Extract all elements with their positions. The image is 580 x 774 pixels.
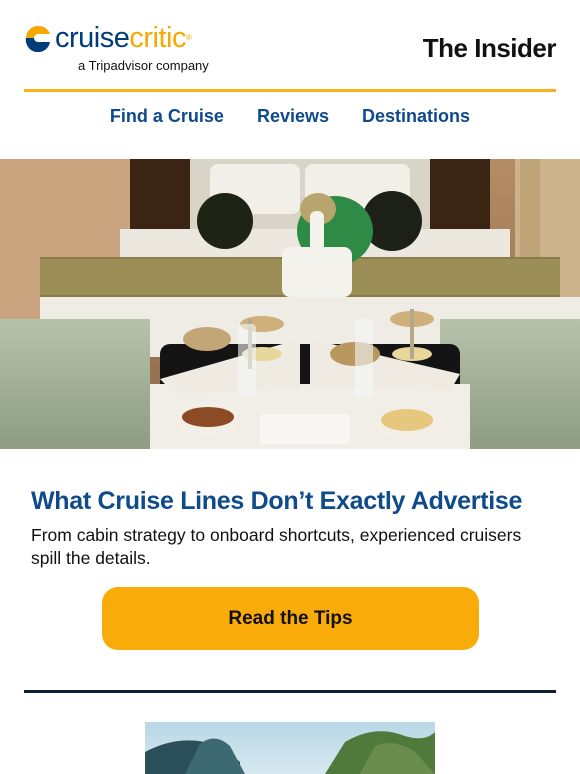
newsletter-title: The Insider [422,33,557,63]
logo-mark-icon [25,25,50,52]
next-article-image[interactable] [145,722,435,774]
nav-reviews[interactable]: Reviews [257,106,329,127]
cruise-critic-logo[interactable]: cruisecritic® a Tripadvisor company [24,20,224,76]
section-divider [24,690,556,693]
hero-image[interactable] [0,159,580,449]
logo-trademark: ® [185,33,192,42]
logo-word-critic: critic [129,22,186,54]
logo-tagline: a Tripadvisor company [78,58,209,73]
coastline-photo [145,722,435,774]
article-subtext: From cabin strategy to onboard shortcuts… [31,525,522,568]
logo-wordmark: cruisecritic® [55,20,192,56]
read-tips-button[interactable]: Read the Tips [102,587,479,650]
main-nav: Find a Cruise Reviews Destinations [0,106,580,130]
nav-destinations[interactable]: Destinations [362,106,470,127]
cabin-bed-photo [0,159,580,449]
nav-find-a-cruise[interactable]: Find a Cruise [110,106,224,127]
article-headline[interactable]: What Cruise Lines Don’t Exactly Advertis… [31,487,522,516]
header-divider [24,89,556,92]
logo-word-cruise: cruise [55,22,130,54]
email-header: cruisecritic® a Tripadvisor company The … [0,0,580,92]
